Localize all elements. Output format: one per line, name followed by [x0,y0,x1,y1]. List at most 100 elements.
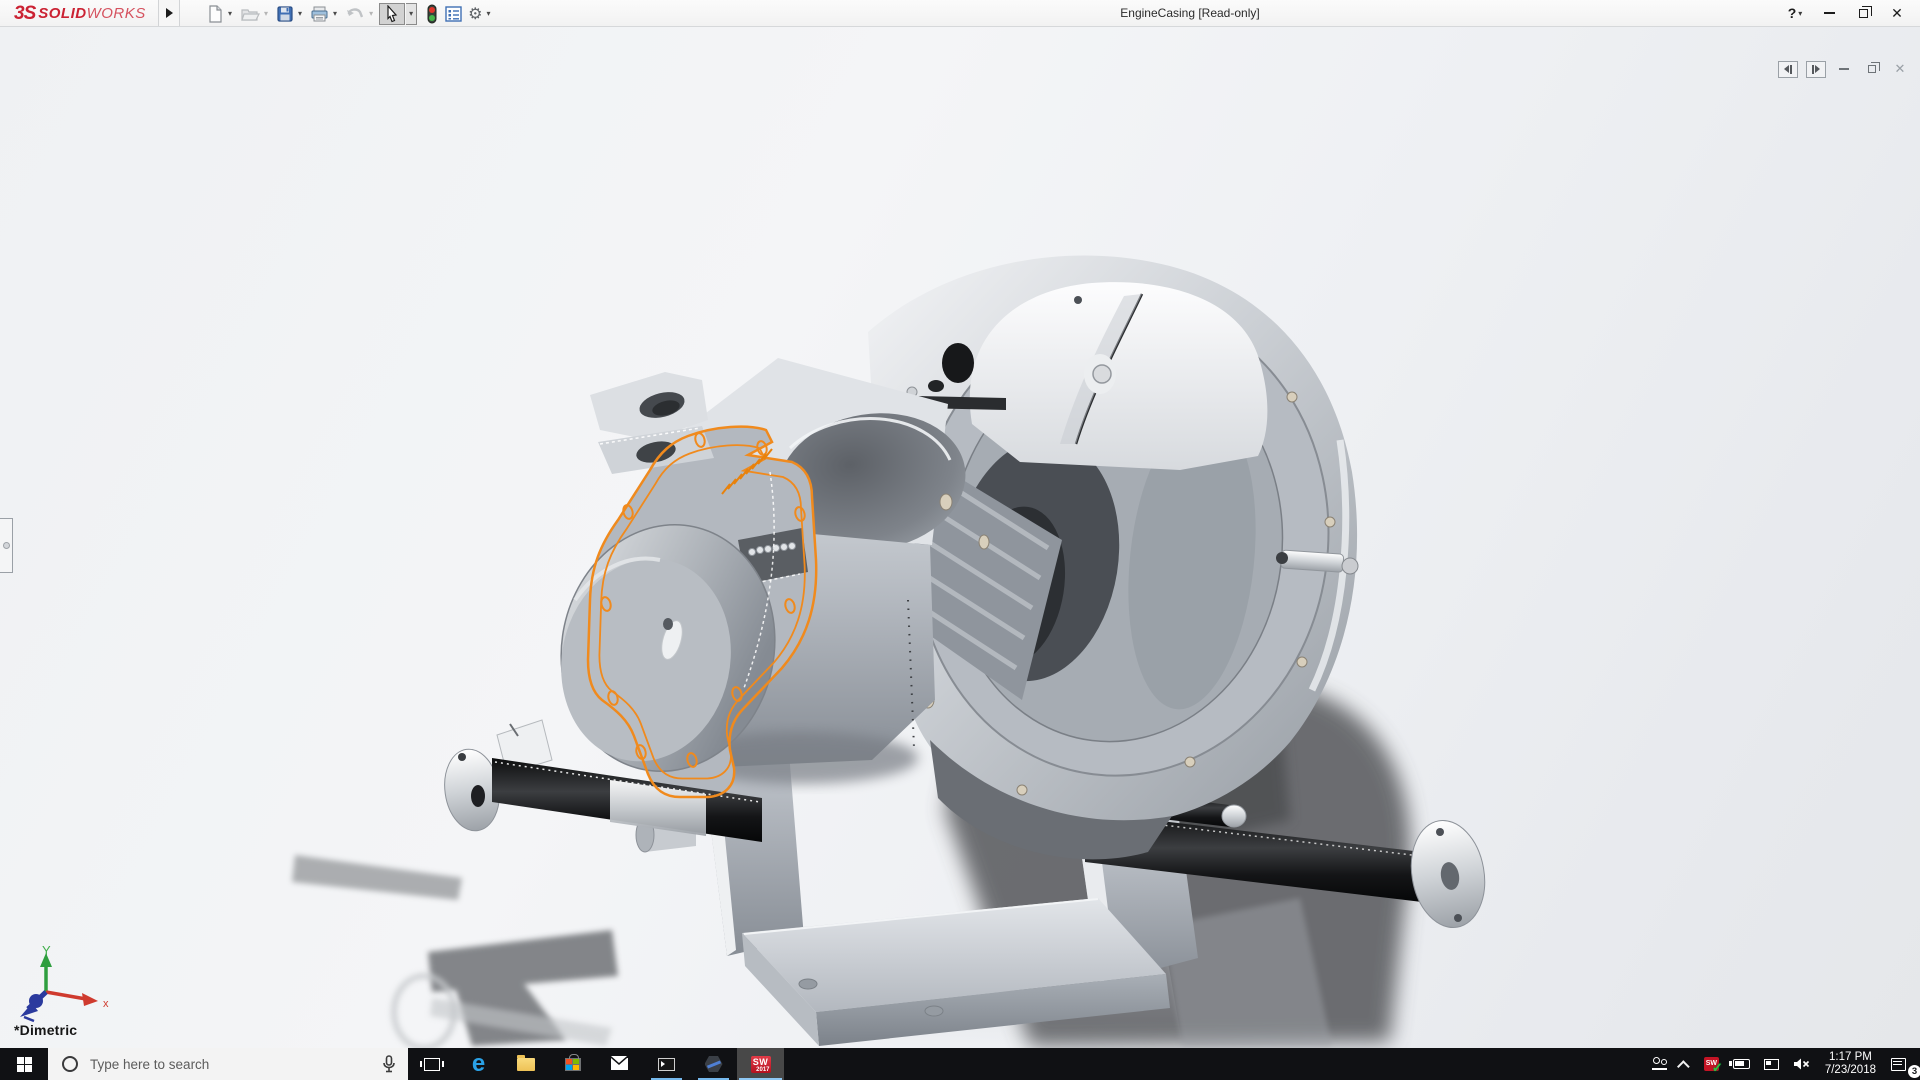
search-placeholder-text: Type here to search [90,1057,382,1072]
doc-restore-icon [1868,65,1876,73]
solidworks-icon: SW 2017 [751,1056,771,1073]
status-lights-button[interactable] [423,3,441,25]
gear-icon: ⚙ [468,4,482,24]
new-caret-icon[interactable]: ▾ [228,9,232,18]
command-prompt-icon [658,1058,675,1071]
doc-close-icon: ✕ [1895,61,1906,77]
solidworks-icon-letters: SW [753,1057,769,1067]
view-orientation-label: *Dimetric [14,1022,77,1038]
edge-button[interactable]: e [455,1048,502,1080]
next-pane-button[interactable] [1806,61,1826,78]
doc-close-button[interactable]: ✕ [1890,61,1910,78]
file-explorer-button[interactable] [502,1048,549,1080]
brand-text-light: WORKS [87,5,146,22]
graphics-viewport[interactable]: Y x *Dimetric ✕ [0,27,1920,1048]
notification-badge: 3 [1908,1065,1920,1078]
new-document-icon [206,5,224,23]
system-tray: SW✓ 1:17 PM 7/23/2018 3 [1645,1048,1920,1080]
properties-list-button[interactable] [442,3,465,25]
pane-bar-icon [1790,65,1792,74]
task-view-button[interactable] [408,1048,455,1080]
title-bar[interactable]: 3S SOLID WORKS ▾ ▾ ▾ [0,0,1920,27]
dassault-logo-icon: 3S [14,3,35,25]
undo-button[interactable] [343,3,367,25]
quick-access-toolbar: ▾ ▾ ▾ ▾ [204,2,496,25]
network-button[interactable] [1757,1048,1786,1080]
command-prompt-button[interactable] [643,1048,690,1080]
clock-time: 1:17 PM [1825,1051,1876,1065]
print-button[interactable] [308,3,331,25]
minimize-button[interactable] [1814,1,1844,25]
restore-button[interactable] [1848,1,1878,25]
power-button[interactable] [1726,1048,1757,1080]
select-tool-button[interactable] [379,3,405,25]
people-icon [1652,1059,1667,1070]
pane-right-arrow-icon [1815,65,1820,73]
new-document-button[interactable] [204,3,226,25]
solidworks-tray-icon: SW✓ [1704,1057,1719,1071]
brand-text-bold: SOLID [38,5,86,22]
hexagon-app-icon [705,1056,723,1072]
options-caret-icon[interactable]: ▾ [486,9,490,18]
taskbar: Type here to search e SW 2017 SW✓ [0,1048,1920,1080]
properties-list-icon [444,5,463,23]
undo-caret-icon[interactable]: ▾ [369,9,373,18]
solidworks-tray-button[interactable]: SW✓ [1697,1048,1726,1080]
status-lights-icon [425,4,439,24]
menu-flyout-button[interactable] [158,0,180,26]
store-button[interactable] [549,1048,596,1080]
feature-tree-collapsed-tab[interactable] [0,518,13,573]
check-icon: ✓ [1712,1061,1723,1074]
action-center-icon [1891,1058,1906,1071]
doc-restore-button[interactable] [1862,61,1882,78]
select-cursor-icon [384,5,400,23]
show-hidden-icons-button[interactable] [1674,1048,1697,1080]
minimize-icon [1824,12,1835,14]
engine-casing-model[interactable] [0,27,1920,1048]
people-button[interactable] [1645,1048,1674,1080]
solidworks-logo: 3S SOLID WORKS [14,2,146,25]
chevron-up-icon [1677,1060,1690,1073]
window-controls: ?▾ ✕ [1780,0,1912,26]
close-button[interactable]: ✕ [1882,1,1912,25]
microphone-icon[interactable] [382,1055,396,1073]
store-icon [565,1058,581,1071]
help-button[interactable]: ?▾ [1780,1,1810,25]
volume-button[interactable] [1786,1048,1817,1080]
save-icon [276,5,294,23]
taskbar-apps: e SW 2017 [408,1048,784,1080]
taskbar-clock[interactable]: 1:17 PM 7/23/2018 [1817,1051,1884,1078]
save-button[interactable] [274,3,296,25]
open-caret-icon[interactable]: ▾ [264,9,268,18]
triad-x-label: x [103,998,109,1010]
volume-muted-icon [1793,1057,1810,1071]
restore-icon [1859,9,1868,18]
options-button[interactable]: ⚙ [466,3,484,25]
taskbar-search[interactable]: Type here to search [48,1048,408,1080]
cortana-icon [62,1056,78,1072]
open-icon [240,5,260,23]
mail-button[interactable] [596,1048,643,1080]
hexagon-app-button[interactable] [690,1048,737,1080]
undo-icon [345,5,365,23]
mail-icon [611,1058,628,1070]
print-caret-icon[interactable]: ▾ [333,9,337,18]
windows-logo-icon [17,1057,32,1072]
task-view-icon [424,1058,440,1071]
select-caret-icon[interactable]: ▾ [406,3,417,25]
save-caret-icon[interactable]: ▾ [298,9,302,18]
clock-date: 7/23/2018 [1825,1064,1876,1078]
battery-icon [1733,1059,1750,1069]
help-caret-icon: ▾ [1798,9,1802,18]
file-explorer-icon [517,1058,535,1071]
doc-minimize-button[interactable] [1834,61,1854,78]
pane-bar-icon [1812,65,1814,74]
window-title: EngineCasing [Read-only] [1050,6,1330,20]
solidworks-button[interactable]: SW 2017 [737,1048,784,1080]
action-center-button[interactable]: 3 [1884,1048,1920,1080]
open-button[interactable] [238,3,262,25]
print-icon [310,5,329,23]
edge-tab-dot-icon [3,542,10,549]
previous-pane-button[interactable] [1778,61,1798,78]
start-button[interactable] [0,1048,48,1080]
